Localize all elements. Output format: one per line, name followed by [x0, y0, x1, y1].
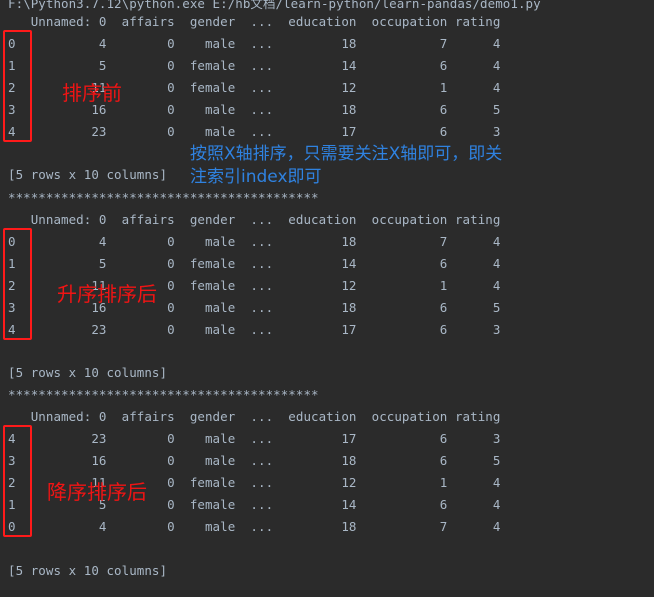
table-header-2: Unnamed: 0 affairs gender ... education …	[8, 212, 501, 227]
table-row: 0 4 0 male ... 18 7 4	[8, 234, 501, 249]
annotation-blue-line-1: 按照X轴排序，只需要关注X轴即可，即关	[190, 144, 503, 164]
table-row: 3 16 0 male ... 18 6 5	[8, 453, 501, 468]
table-header-1: Unnamed: 0 affairs gender ... education …	[8, 14, 501, 29]
annotation-descending-sort: 降序排序后	[47, 480, 147, 504]
table-row: 0 4 0 male ... 18 7 4	[8, 36, 501, 51]
annotation-blue-line-2: 注索引index即可	[190, 167, 322, 187]
separator-2: ****************************************…	[8, 387, 319, 402]
annotation-ascending-sort: 升序排序后	[57, 282, 157, 306]
table-row: 0 4 0 male ... 18 7 4	[8, 519, 501, 534]
table-row: 4 23 0 male ... 17 6 3	[8, 431, 501, 446]
table-row: 1 5 0 female ... 14 6 4	[8, 256, 501, 271]
summary-line-2: [5 rows x 10 columns]	[8, 365, 168, 380]
separator-1: ****************************************…	[8, 190, 319, 205]
table-row: 4 23 0 male ... 17 6 3	[8, 322, 501, 337]
command-line: F:\Python3.7.12\python.exe E:/hb文档/learn…	[8, 0, 541, 11]
summary-line-3: [5 rows x 10 columns]	[8, 563, 168, 578]
table-header-3: Unnamed: 0 affairs gender ... education …	[8, 409, 501, 424]
summary-line-1: [5 rows x 10 columns]	[8, 167, 168, 182]
annotation-before-sort: 排序前	[62, 81, 122, 105]
table-row: 1 5 0 female ... 14 6 4	[8, 58, 501, 73]
console-output-panel[interactable]: F:\Python3.7.12\python.exe E:/hb文档/learn…	[0, 0, 654, 597]
table-row: 4 23 0 male ... 17 6 3	[8, 124, 501, 139]
